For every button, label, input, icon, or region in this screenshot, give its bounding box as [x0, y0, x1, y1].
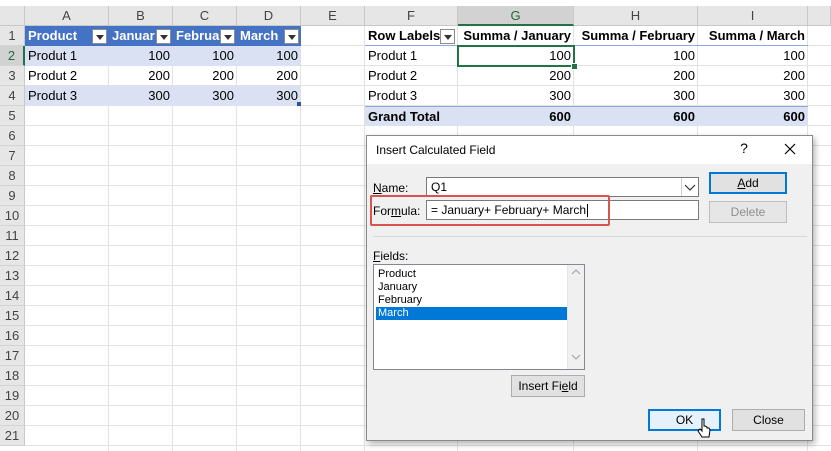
- help-button[interactable]: ?: [736, 140, 752, 158]
- row-header-20[interactable]: 20: [0, 406, 25, 426]
- column-header-a[interactable]: A: [25, 6, 109, 26]
- add-button[interactable]: Add: [709, 172, 787, 194]
- name-combobox[interactable]: Q1: [426, 177, 699, 197]
- divider: [373, 236, 807, 237]
- list-item-selected[interactable]: March: [376, 307, 568, 320]
- row-header-16[interactable]: 16: [0, 326, 25, 346]
- pivot-value-cell[interactable]: 200: [458, 66, 574, 86]
- table-cell[interactable]: 300: [173, 86, 237, 106]
- row-header-9[interactable]: 9: [0, 186, 25, 206]
- column-header-g[interactable]: G: [458, 6, 574, 26]
- filter-dropdown-product[interactable]: [92, 29, 107, 44]
- active-cell-indicator: [457, 45, 575, 67]
- insert-field-button[interactable]: Insert Field: [511, 375, 585, 397]
- column-header-b[interactable]: B: [109, 6, 173, 26]
- chevron-down-icon[interactable]: [568, 350, 584, 369]
- table-cell[interactable]: 200: [109, 66, 173, 86]
- row-header-19[interactable]: 19: [0, 386, 25, 406]
- pivot-header-march[interactable]: Summa / March: [698, 26, 808, 46]
- table-resize-handle[interactable]: [297, 102, 301, 106]
- row-header-6[interactable]: 6: [0, 126, 25, 146]
- list-item[interactable]: Product: [376, 268, 568, 281]
- pivot-row-label[interactable]: Produt 2: [365, 66, 458, 86]
- row-header-17[interactable]: 17: [0, 346, 25, 366]
- table-cell[interactable]: Produt 2: [25, 66, 109, 86]
- column-header-f[interactable]: F: [365, 6, 458, 26]
- pivot-grand-total-cell[interactable]: 600: [458, 106, 574, 126]
- row-header-3[interactable]: 3: [0, 66, 25, 86]
- row-header-5[interactable]: 5: [0, 106, 25, 126]
- row-header-15[interactable]: 15: [0, 306, 25, 326]
- fill-handle[interactable]: [571, 63, 578, 70]
- pivot-row-label[interactable]: Produt 3: [365, 86, 458, 106]
- column-header-e[interactable]: E: [301, 6, 365, 26]
- table-cell[interactable]: 200: [237, 66, 301, 86]
- insert-calculated-field-dialog: Insert Calculated Field ? Name: Q1 Add F…: [366, 135, 813, 441]
- name-value: Q1: [431, 180, 448, 194]
- table-cell[interactable]: Produt 3: [25, 86, 109, 106]
- close-button[interactable]: Close: [732, 409, 805, 431]
- list-item[interactable]: February: [376, 294, 568, 307]
- table-cell[interactable]: 100: [109, 46, 173, 66]
- table-cell[interactable]: 300: [237, 86, 301, 106]
- filter-dropdown-february[interactable]: [220, 29, 235, 44]
- table-cell[interactable]: 300: [109, 86, 173, 106]
- table-cell[interactable]: 100: [237, 46, 301, 66]
- pivot-header-january[interactable]: Summa / January: [458, 26, 574, 46]
- pivot-grand-total-cell[interactable]: 600: [698, 106, 808, 126]
- pivot-value-cell[interactable]: 200: [698, 66, 808, 86]
- row-header-4[interactable]: 4: [0, 86, 25, 106]
- table-cell[interactable]: 200: [173, 66, 237, 86]
- column-header-h[interactable]: H: [574, 6, 698, 26]
- pivot-filter-dropdown[interactable]: [440, 29, 455, 44]
- fields-listbox[interactable]: Product January February March: [373, 264, 585, 370]
- pivot-header-february[interactable]: Summa / February: [574, 26, 698, 46]
- formula-highlight-box: [370, 195, 610, 226]
- pivot-grand-total-cell[interactable]: 600: [574, 106, 698, 126]
- pivot-value-cell[interactable]: 300: [458, 86, 574, 106]
- list-item[interactable]: January: [376, 281, 568, 294]
- row-header-11[interactable]: 11: [0, 226, 25, 246]
- gridline: [25, 445, 831, 446]
- row-header-8[interactable]: 8: [0, 166, 25, 186]
- column-header-d[interactable]: D: [237, 6, 301, 26]
- row-header-13[interactable]: 13: [0, 266, 25, 286]
- pivot-value-cell[interactable]: 100: [698, 46, 808, 66]
- table-cell[interactable]: 100: [173, 46, 237, 66]
- close-icon[interactable]: [779, 139, 801, 159]
- filter-dropdown-march[interactable]: [284, 29, 299, 44]
- delete-button[interactable]: Delete: [709, 201, 787, 223]
- select-all-corner[interactable]: [0, 6, 25, 26]
- chevron-down-icon[interactable]: [681, 178, 698, 196]
- column-header-c[interactable]: C: [173, 6, 237, 26]
- pivot-value-cell[interactable]: 300: [574, 86, 698, 106]
- row-header-21[interactable]: 21: [0, 426, 25, 446]
- pivot-value-cell[interactable]: 200: [574, 66, 698, 86]
- pivot-value-cell[interactable]: 100: [574, 46, 698, 66]
- row-header-12[interactable]: 12: [0, 246, 25, 266]
- row-header-10[interactable]: 10: [0, 206, 25, 226]
- row-header-7[interactable]: 7: [0, 146, 25, 166]
- table-cell[interactable]: Produt 1: [25, 46, 109, 66]
- column-header-i[interactable]: I: [698, 6, 808, 26]
- filter-dropdown-january[interactable]: [156, 29, 171, 44]
- dialog-title: Insert Calculated Field: [376, 143, 496, 157]
- column-header-j[interactable]: [808, 6, 831, 26]
- row-header-1[interactable]: 1: [0, 26, 25, 46]
- dialog-title-bar[interactable]: Insert Calculated Field ?: [367, 136, 812, 164]
- chevron-up-icon[interactable]: [568, 265, 584, 284]
- listbox-scrollbar[interactable]: [567, 265, 584, 369]
- pivot-grand-total-label[interactable]: Grand Total: [365, 106, 458, 126]
- name-label: Name:: [373, 181, 409, 195]
- row-header-18[interactable]: 18: [0, 366, 25, 386]
- row-header-2[interactable]: 2: [0, 46, 25, 66]
- fields-label: Fields:: [373, 249, 409, 263]
- mouse-pointer-icon: [697, 418, 713, 445]
- pivot-row-label[interactable]: Produt 1: [365, 46, 458, 66]
- row-header-14[interactable]: 14: [0, 286, 25, 306]
- pivot-value-cell[interactable]: 300: [698, 86, 808, 106]
